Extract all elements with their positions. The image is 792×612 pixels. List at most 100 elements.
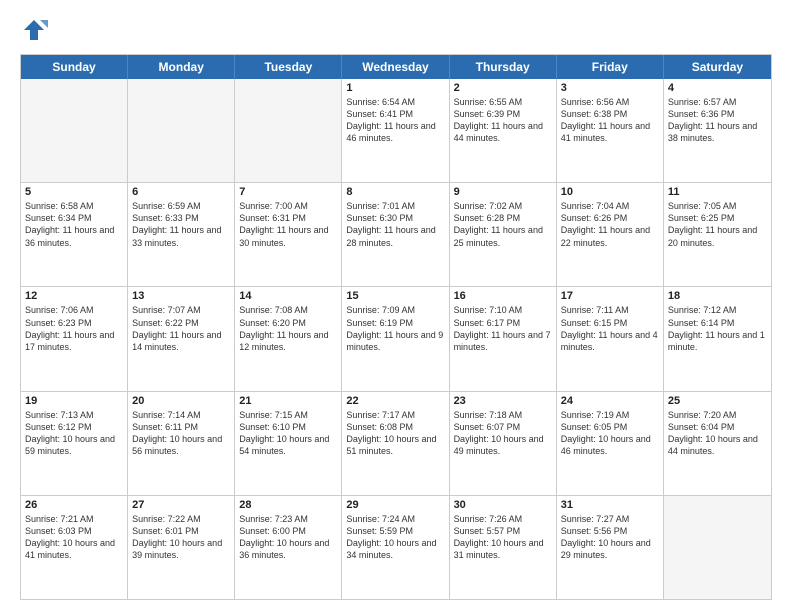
cell-info: Sunrise: 7:27 AM Sunset: 5:56 PM Dayligh… [561, 513, 659, 562]
cell-info: Sunrise: 6:58 AM Sunset: 6:34 PM Dayligh… [25, 200, 123, 249]
cell-info: Sunrise: 6:57 AM Sunset: 6:36 PM Dayligh… [668, 96, 767, 145]
day-number: 22 [346, 395, 444, 407]
weekday-header: Tuesday [235, 55, 342, 79]
page: SundayMondayTuesdayWednesdayThursdayFrid… [0, 0, 792, 612]
day-number: 31 [561, 499, 659, 511]
cell-info: Sunrise: 7:26 AM Sunset: 5:57 PM Dayligh… [454, 513, 552, 562]
cell-info: Sunrise: 7:04 AM Sunset: 6:26 PM Dayligh… [561, 200, 659, 249]
cell-info: Sunrise: 7:12 AM Sunset: 6:14 PM Dayligh… [668, 304, 767, 353]
day-number: 15 [346, 290, 444, 302]
day-number: 12 [25, 290, 123, 302]
calendar-cell: 9Sunrise: 7:02 AM Sunset: 6:28 PM Daylig… [450, 183, 557, 286]
weekday-header: Thursday [450, 55, 557, 79]
calendar-cell [664, 496, 771, 599]
calendar-cell: 26 Sunrise: 7:21 AM Sunset: 6:03 PM Dayli… [21, 496, 128, 599]
cell-info: Sunrise: 7:22 AM Sunset: 6:01 PM Dayligh… [132, 513, 230, 562]
calendar-cell: 20 Sunrise: 7:14 AM Sunset: 6:11 PM Dayli… [128, 392, 235, 495]
weekday-header: Saturday [664, 55, 771, 79]
weekday-header: Wednesday [342, 55, 449, 79]
cell-info: Sunrise: 6:55 AM Sunset: 6:39 PM Dayligh… [454, 96, 552, 145]
calendar-cell: 5 Sunrise: 6:58 AM Sunset: 6:34 PM Daylig… [21, 183, 128, 286]
cell-info: Sunrise: 6:59 AM Sunset: 6:33 PM Dayligh… [132, 200, 230, 249]
calendar-cell: 1Sunrise: 6:54 AM Sunset: 6:41 PM Daylig… [342, 79, 449, 182]
cell-info: Sunrise: 7:23 AM Sunset: 6:00 PM Dayligh… [239, 513, 337, 562]
day-number: 4 [668, 82, 767, 94]
calendar-cell: 18Sunrise: 7:12 AM Sunset: 6:14 PM Dayli… [664, 287, 771, 390]
calendar-cell: 17 Sunrise: 7:11 AM Sunset: 6:15 PM Dayli… [557, 287, 664, 390]
day-number: 27 [132, 499, 230, 511]
cell-info: Sunrise: 6:56 AM Sunset: 6:38 PM Dayligh… [561, 96, 659, 145]
cell-info: Sunrise: 7:13 AM Sunset: 6:12 PM Dayligh… [25, 409, 123, 458]
cell-info: Sunrise: 7:19 AM Sunset: 6:05 PM Dayligh… [561, 409, 659, 458]
calendar-header: SundayMondayTuesdayWednesdayThursdayFrid… [21, 55, 771, 79]
day-number: 17 [561, 290, 659, 302]
calendar-cell: 6 Sunrise: 6:59 AM Sunset: 6:33 PM Daylig… [128, 183, 235, 286]
day-number: 28 [239, 499, 337, 511]
cell-info: Sunrise: 7:05 AM Sunset: 6:25 PM Dayligh… [668, 200, 767, 249]
calendar-cell: 3 Sunrise: 6:56 AM Sunset: 6:38 PM Daylig… [557, 79, 664, 182]
calendar-cell: 14 Sunrise: 7:08 AM Sunset: 6:20 PM Dayli… [235, 287, 342, 390]
day-number: 2 [454, 82, 552, 94]
cell-info: Sunrise: 7:08 AM Sunset: 6:20 PM Dayligh… [239, 304, 337, 353]
cell-info: Sunrise: 7:02 AM Sunset: 6:28 PM Dayligh… [454, 200, 552, 249]
calendar-cell: 28 Sunrise: 7:23 AM Sunset: 6:00 PM Dayli… [235, 496, 342, 599]
calendar-cell [21, 79, 128, 182]
calendar-row: 12 Sunrise: 7:06 AM Sunset: 6:23 PM Dayli… [21, 287, 771, 391]
calendar-cell: 4 Sunrise: 6:57 AM Sunset: 6:36 PM Daylig… [664, 79, 771, 182]
day-number: 7 [239, 186, 337, 198]
calendar-row: 1Sunrise: 6:54 AM Sunset: 6:41 PM Daylig… [21, 79, 771, 183]
logo-icon [20, 16, 48, 44]
cell-info: Sunrise: 6:54 AM Sunset: 6:41 PM Dayligh… [346, 96, 444, 145]
calendar-cell: 22Sunrise: 7:17 AM Sunset: 6:08 PM Dayli… [342, 392, 449, 495]
logo [20, 16, 52, 44]
cell-info: Sunrise: 7:18 AM Sunset: 6:07 PM Dayligh… [454, 409, 552, 458]
calendar-cell: 15 Sunrise: 7:09 AM Sunset: 6:19 PM Dayli… [342, 287, 449, 390]
day-number: 25 [668, 395, 767, 407]
day-number: 29 [346, 499, 444, 511]
day-number: 20 [132, 395, 230, 407]
calendar-cell: 30Sunrise: 7:26 AM Sunset: 5:57 PM Dayli… [450, 496, 557, 599]
calendar-cell: 21 Sunrise: 7:15 AM Sunset: 6:10 PM Dayli… [235, 392, 342, 495]
calendar-cell: 12 Sunrise: 7:06 AM Sunset: 6:23 PM Dayli… [21, 287, 128, 390]
day-number: 16 [454, 290, 552, 302]
day-number: 21 [239, 395, 337, 407]
calendar-cell: 8Sunrise: 7:01 AM Sunset: 6:30 PM Daylig… [342, 183, 449, 286]
cell-info: Sunrise: 7:20 AM Sunset: 6:04 PM Dayligh… [668, 409, 767, 458]
day-number: 14 [239, 290, 337, 302]
calendar-cell: 19Sunrise: 7:13 AM Sunset: 6:12 PM Dayli… [21, 392, 128, 495]
calendar-cell: 10 Sunrise: 7:04 AM Sunset: 6:26 PM Dayli… [557, 183, 664, 286]
cell-info: Sunrise: 7:24 AM Sunset: 5:59 PM Dayligh… [346, 513, 444, 562]
calendar-cell: 27 Sunrise: 7:22 AM Sunset: 6:01 PM Dayli… [128, 496, 235, 599]
cell-info: Sunrise: 7:06 AM Sunset: 6:23 PM Dayligh… [25, 304, 123, 353]
calendar-cell: 29 Sunrise: 7:24 AM Sunset: 5:59 PM Dayli… [342, 496, 449, 599]
calendar-body: 1Sunrise: 6:54 AM Sunset: 6:41 PM Daylig… [21, 79, 771, 599]
calendar-cell [235, 79, 342, 182]
cell-info: Sunrise: 7:07 AM Sunset: 6:22 PM Dayligh… [132, 304, 230, 353]
cell-info: Sunrise: 7:11 AM Sunset: 6:15 PM Dayligh… [561, 304, 659, 353]
weekday-header: Friday [557, 55, 664, 79]
cell-info: Sunrise: 7:10 AM Sunset: 6:17 PM Dayligh… [454, 304, 552, 353]
cell-info: Sunrise: 7:00 AM Sunset: 6:31 PM Dayligh… [239, 200, 337, 249]
calendar-cell: 24Sunrise: 7:19 AM Sunset: 6:05 PM Dayli… [557, 392, 664, 495]
day-number: 6 [132, 186, 230, 198]
weekday-header: Sunday [21, 55, 128, 79]
cell-info: Sunrise: 7:09 AM Sunset: 6:19 PM Dayligh… [346, 304, 444, 353]
weekday-header: Monday [128, 55, 235, 79]
calendar-row: 26 Sunrise: 7:21 AM Sunset: 6:03 PM Dayli… [21, 496, 771, 599]
calendar-cell: 2 Sunrise: 6:55 AM Sunset: 6:39 PM Daylig… [450, 79, 557, 182]
calendar-cell: 13Sunrise: 7:07 AM Sunset: 6:22 PM Dayli… [128, 287, 235, 390]
calendar-cell: 31 Sunrise: 7:27 AM Sunset: 5:56 PM Dayli… [557, 496, 664, 599]
day-number: 10 [561, 186, 659, 198]
day-number: 23 [454, 395, 552, 407]
calendar: SundayMondayTuesdayWednesdayThursdayFrid… [20, 54, 772, 600]
cell-info: Sunrise: 7:14 AM Sunset: 6:11 PM Dayligh… [132, 409, 230, 458]
calendar-row: 19Sunrise: 7:13 AM Sunset: 6:12 PM Dayli… [21, 392, 771, 496]
day-number: 3 [561, 82, 659, 94]
calendar-cell: 23 Sunrise: 7:18 AM Sunset: 6:07 PM Dayli… [450, 392, 557, 495]
day-number: 5 [25, 186, 123, 198]
cell-info: Sunrise: 7:21 AM Sunset: 6:03 PM Dayligh… [25, 513, 123, 562]
calendar-cell: 11Sunrise: 7:05 AM Sunset: 6:25 PM Dayli… [664, 183, 771, 286]
calendar-cell: 7 Sunrise: 7:00 AM Sunset: 6:31 PM Daylig… [235, 183, 342, 286]
cell-info: Sunrise: 7:15 AM Sunset: 6:10 PM Dayligh… [239, 409, 337, 458]
day-number: 26 [25, 499, 123, 511]
